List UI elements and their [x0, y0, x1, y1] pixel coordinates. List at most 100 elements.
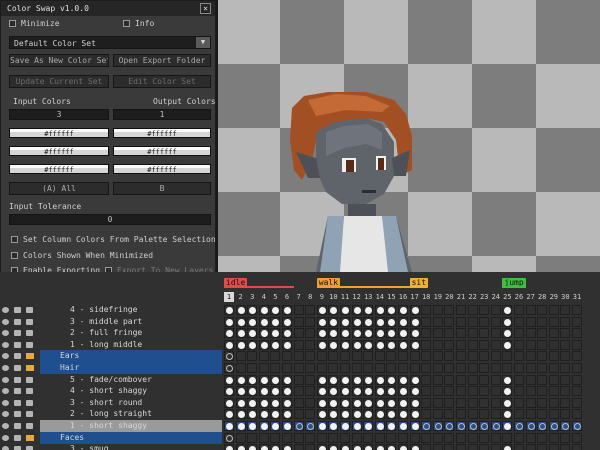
- cel[interactable]: [572, 409, 582, 420]
- cel[interactable]: [305, 316, 316, 327]
- cel[interactable]: [560, 351, 571, 362]
- cel[interactable]: [432, 351, 443, 362]
- cel[interactable]: [316, 374, 327, 385]
- cel[interactable]: [409, 409, 420, 420]
- cel[interactable]: [560, 316, 571, 327]
- cel[interactable]: [537, 386, 548, 397]
- lock-icon[interactable]: [14, 399, 21, 406]
- cel[interactable]: [444, 444, 455, 450]
- cel[interactable]: [467, 409, 478, 420]
- link-icon[interactable]: [26, 446, 33, 450]
- cel[interactable]: [247, 386, 258, 397]
- cel[interactable]: [258, 351, 269, 362]
- cel[interactable]: [235, 444, 246, 450]
- cel[interactable]: [456, 351, 466, 362]
- cel[interactable]: [247, 316, 258, 327]
- cel[interactable]: [514, 339, 524, 350]
- cel[interactable]: [351, 409, 362, 420]
- cel[interactable]: [444, 374, 455, 385]
- cel[interactable]: [316, 444, 327, 450]
- eye-icon[interactable]: [2, 353, 9, 360]
- cel[interactable]: [374, 316, 385, 327]
- cel[interactable]: [374, 386, 385, 397]
- cel[interactable]: [548, 432, 559, 443]
- cel[interactable]: [409, 432, 420, 443]
- cel[interactable]: [224, 444, 234, 450]
- cel[interactable]: [270, 316, 281, 327]
- eye-icon[interactable]: [2, 388, 9, 395]
- cel[interactable]: [467, 397, 478, 408]
- cel[interactable]: [363, 421, 374, 431]
- cel[interactable]: [572, 351, 582, 362]
- input-color-swatch-1[interactable]: #ffffff: [9, 128, 109, 138]
- cel[interactable]: [363, 316, 374, 327]
- cel[interactable]: [537, 351, 548, 362]
- cel[interactable]: [258, 397, 269, 408]
- link-icon[interactable]: [26, 423, 33, 429]
- cel[interactable]: [363, 386, 374, 397]
- close-icon[interactable]: ×: [200, 3, 211, 14]
- cel[interactable]: [456, 409, 466, 420]
- cel[interactable]: [328, 409, 339, 420]
- cel[interactable]: [235, 374, 246, 385]
- cel[interactable]: [351, 328, 362, 339]
- cel[interactable]: [282, 316, 292, 327]
- cel[interactable]: [537, 421, 548, 431]
- cel[interactable]: [282, 374, 292, 385]
- cel[interactable]: [351, 339, 362, 350]
- cel[interactable]: [351, 421, 362, 431]
- eye-icon[interactable]: [2, 411, 9, 418]
- cel[interactable]: [316, 409, 327, 420]
- cel[interactable]: [456, 374, 466, 385]
- cel[interactable]: [235, 328, 246, 339]
- minimize-checkbox[interactable]: [9, 20, 16, 27]
- cel[interactable]: [305, 328, 316, 339]
- cel[interactable]: [444, 397, 455, 408]
- frame-header-5[interactable]: 5: [270, 292, 280, 302]
- cel[interactable]: [456, 339, 466, 350]
- lock-icon[interactable]: [14, 318, 21, 325]
- layer-row[interactable]: 2 - full fringe: [0, 327, 600, 339]
- cel[interactable]: [328, 432, 339, 443]
- cel[interactable]: [258, 421, 269, 431]
- cel[interactable]: [409, 421, 420, 431]
- layer-row[interactable]: 4 - short shaggy: [0, 385, 600, 397]
- frame-header-29[interactable]: 29: [549, 292, 559, 302]
- cel[interactable]: [374, 305, 385, 315]
- cel[interactable]: [467, 432, 478, 443]
- cel[interactable]: [282, 409, 292, 420]
- cel[interactable]: [479, 305, 490, 315]
- cel[interactable]: [421, 421, 432, 431]
- cel[interactable]: [282, 328, 292, 339]
- cel[interactable]: [247, 363, 258, 373]
- cel[interactable]: [432, 386, 443, 397]
- cel[interactable]: [374, 397, 385, 408]
- input-colors-field[interactable]: 3: [9, 109, 109, 120]
- cel[interactable]: [270, 363, 281, 373]
- cel[interactable]: [398, 409, 408, 420]
- cel[interactable]: [421, 363, 432, 373]
- cel[interactable]: [270, 432, 281, 443]
- cel[interactable]: [258, 432, 269, 443]
- cel[interactable]: [572, 363, 582, 373]
- cel[interactable]: [235, 339, 246, 350]
- cel[interactable]: [398, 339, 408, 350]
- cel[interactable]: [456, 328, 466, 339]
- cel[interactable]: [398, 444, 408, 450]
- cel[interactable]: [340, 397, 350, 408]
- cel[interactable]: [305, 374, 316, 385]
- cel[interactable]: [247, 421, 258, 431]
- cel[interactable]: [282, 363, 292, 373]
- cel[interactable]: [316, 421, 327, 431]
- cel[interactable]: [490, 351, 501, 362]
- cel[interactable]: [525, 386, 536, 397]
- cel[interactable]: [467, 386, 478, 397]
- cel[interactable]: [548, 305, 559, 315]
- cel[interactable]: [305, 444, 316, 450]
- cel[interactable]: [432, 363, 443, 373]
- cel[interactable]: [537, 374, 548, 385]
- cel[interactable]: [305, 397, 316, 408]
- lock-icon[interactable]: [14, 434, 21, 441]
- cel[interactable]: [224, 339, 234, 350]
- cel[interactable]: [514, 397, 524, 408]
